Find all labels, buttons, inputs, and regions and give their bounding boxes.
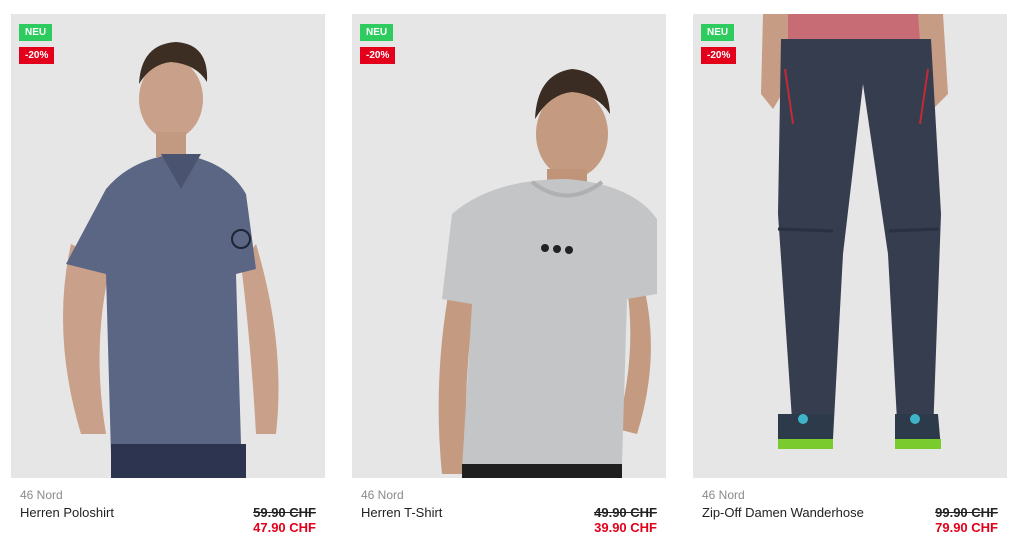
price-sale: 39.90 CHF [594,520,657,535]
product-brand: 46 Nord [20,488,63,502]
product-image[interactable]: NEU -20% [352,14,666,478]
price-original: 99.90 CHF [935,505,998,520]
price-sale: 47.90 CHF [253,520,316,535]
product-image[interactable]: NEU -20% [11,14,325,478]
price-original: 59.90 CHF [253,505,316,520]
badge-discount: -20% [360,47,396,64]
product-photo-tshirt [352,14,666,478]
badge-discount: -20% [19,47,55,64]
product-name[interactable]: Zip-Off Damen Wanderhose [702,505,864,520]
product-card[interactable]: NEU -20% 46 Nord Herren T-Shirt 49.90 CH… [352,14,666,544]
badge-new: NEU [360,24,394,41]
product-photo-polo [11,14,325,478]
product-image[interactable]: NEU -20% [693,14,1007,478]
product-photo-pants [693,14,1007,478]
price-original: 49.90 CHF [594,505,657,520]
product-name[interactable]: Herren Poloshirt [20,505,114,520]
badge-new: NEU [701,24,735,41]
product-card[interactable]: NEU -20% 46 Nord Herren Poloshirt 59.90 … [11,14,325,544]
product-name[interactable]: Herren T-Shirt [361,505,442,520]
product-brand: 46 Nord [702,488,745,502]
product-brand: 46 Nord [361,488,404,502]
badge-new: NEU [19,24,53,41]
product-card[interactable]: NEU -20% 46 Nord Zip-Off Damen Wanderhos… [693,14,1007,544]
badge-discount: -20% [701,47,737,64]
price-sale: 79.90 CHF [935,520,998,535]
product-grid: NEU -20% 46 Nord Herren Poloshirt 59.90 … [0,0,1024,544]
